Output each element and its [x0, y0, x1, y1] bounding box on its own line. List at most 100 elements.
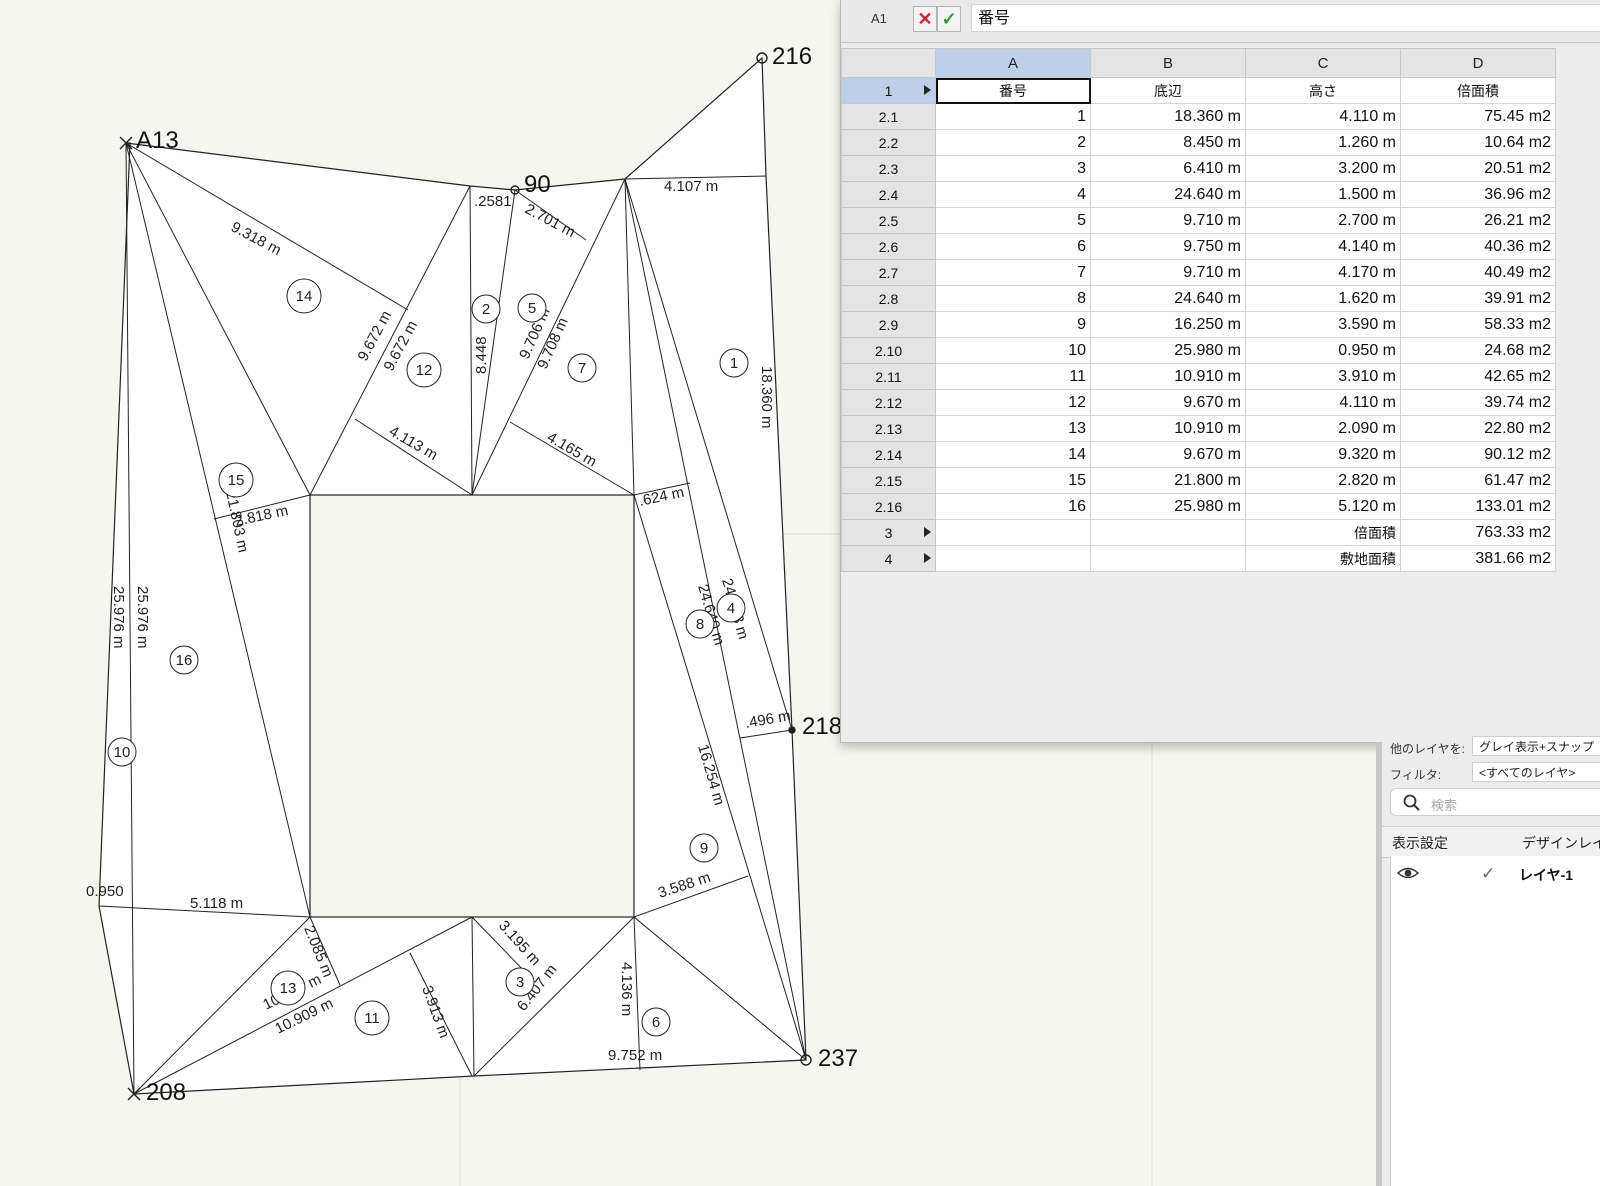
cell[interactable]: 1.260 m [1245, 129, 1401, 156]
cell[interactable]: 42.65 m2 [1400, 363, 1556, 390]
cell[interactable]: 2 [935, 129, 1091, 156]
expand-triangle-icon[interactable] [924, 85, 931, 95]
row-header[interactable]: 2.15 [841, 467, 936, 494]
cell[interactable]: 6.410 m [1090, 155, 1246, 182]
cell[interactable]: 3.200 m [1245, 155, 1401, 182]
cell[interactable]: 敷地面積 [1245, 545, 1401, 572]
cell[interactable]: 7 [935, 259, 1091, 286]
cell[interactable]: 12 [935, 389, 1091, 416]
cell[interactable]: 5.120 m [1245, 493, 1401, 520]
row-header[interactable]: 2.5 [841, 207, 936, 234]
cell[interactable]: 763.33 m2 [1400, 519, 1556, 546]
row-header[interactable]: 1 [841, 77, 936, 104]
cell[interactable]: 5 [935, 207, 1091, 234]
cell[interactable]: 8 [935, 285, 1091, 312]
other-layers-select[interactable]: グレイ表示+スナップ [1472, 736, 1600, 756]
cell[interactable]: 25.980 m [1090, 493, 1246, 520]
row-header[interactable]: 2.14 [841, 441, 936, 468]
cell[interactable]: 9.710 m [1090, 259, 1246, 286]
cell[interactable]: 10.64 m2 [1400, 129, 1556, 156]
cell[interactable]: 10.910 m [1090, 363, 1246, 390]
layer-row[interactable]: ✓ レイヤ-1 [1391, 856, 1600, 892]
layer-search-field[interactable]: 検索 [1390, 788, 1600, 816]
row-header[interactable]: 2.3 [841, 155, 936, 182]
row-header[interactable]: 3 [841, 519, 936, 546]
cell[interactable]: 2.820 m [1245, 467, 1401, 494]
tab-display-settings[interactable]: 表示設定 [1392, 833, 1448, 853]
cell[interactable]: 20.51 m2 [1400, 155, 1556, 182]
cell[interactable]: 倍面積 [1245, 519, 1401, 546]
cell[interactable]: 14 [935, 441, 1091, 468]
cell[interactable]: 1 [935, 103, 1091, 130]
row-header[interactable]: 2.4 [841, 181, 936, 208]
cell[interactable]: 10 [935, 337, 1091, 364]
row-header[interactable]: 2.10 [841, 337, 936, 364]
cell[interactable]: 0.950 m [1245, 337, 1401, 364]
cell[interactable]: 9.670 m [1090, 441, 1246, 468]
cell[interactable]: 3.910 m [1245, 363, 1401, 390]
cell[interactable]: 9.320 m [1245, 441, 1401, 468]
cell[interactable]: 8.450 m [1090, 129, 1246, 156]
cell[interactable]: 24.640 m [1090, 285, 1246, 312]
cell[interactable] [935, 545, 1091, 572]
cell[interactable]: 13 [935, 415, 1091, 442]
cell[interactable]: 381.66 m2 [1400, 545, 1556, 572]
corner-cell[interactable] [841, 48, 936, 78]
cell[interactable] [1090, 545, 1246, 572]
row-header[interactable]: 2.1 [841, 103, 936, 130]
column-header-a[interactable]: A [935, 48, 1091, 78]
cell[interactable]: 4.140 m [1245, 233, 1401, 260]
active-layer-check-icon[interactable]: ✓ [1481, 864, 1495, 884]
cell[interactable]: 22.80 m2 [1400, 415, 1556, 442]
row-header[interactable]: 2.12 [841, 389, 936, 416]
cell-a1[interactable]: 番号 [935, 77, 1091, 104]
accept-edit-button[interactable]: ✓ [937, 6, 961, 32]
cell[interactable]: 16 [935, 493, 1091, 520]
row-header[interactable]: 4 [841, 545, 936, 572]
column-header-c[interactable]: C [1245, 48, 1401, 78]
cell[interactable]: 61.47 m2 [1400, 467, 1556, 494]
cell[interactable]: 1.620 m [1245, 285, 1401, 312]
cell[interactable]: 40.36 m2 [1400, 233, 1556, 260]
cell[interactable]: 4 [935, 181, 1091, 208]
cell[interactable] [935, 519, 1091, 546]
cell[interactable]: 2.090 m [1245, 415, 1401, 442]
row-header[interactable]: 2.7 [841, 259, 936, 286]
cell[interactable]: 18.360 m [1090, 103, 1246, 130]
eye-icon[interactable] [1397, 866, 1419, 880]
worksheet-window[interactable]: A1 ✕ ✓ 番号 A B C D 1 番号 底辺 高さ 倍面積 2.1 1 1… [840, 0, 1600, 743]
cell[interactable]: 16.250 m [1090, 311, 1246, 338]
cell[interactable]: 39.91 m2 [1400, 285, 1556, 312]
cell[interactable]: 24.68 m2 [1400, 337, 1556, 364]
cell[interactable]: 3 [935, 155, 1091, 182]
cell[interactable]: 58.33 m2 [1400, 311, 1556, 338]
cell-d1[interactable]: 倍面積 [1400, 77, 1556, 104]
formula-input[interactable]: 番号 [971, 4, 1600, 32]
row-header[interactable]: 2.2 [841, 129, 936, 156]
cell[interactable] [1090, 519, 1246, 546]
cell[interactable]: 90.12 m2 [1400, 441, 1556, 468]
column-header-d[interactable]: D [1400, 48, 1556, 78]
cell[interactable]: 24.640 m [1090, 181, 1246, 208]
cell[interactable]: 40.49 m2 [1400, 259, 1556, 286]
cell[interactable]: 25.980 m [1090, 337, 1246, 364]
layers-palette[interactable]: 他のレイヤを: グレイ表示+スナップ フィルタ: <すべてのレイヤ> 検索 表示… [1376, 736, 1600, 1186]
cell[interactable]: 2.700 m [1245, 207, 1401, 234]
worksheet-grid[interactable]: A B C D 1 番号 底辺 高さ 倍面積 2.1 1 18.360 m 4.110… [841, 48, 1556, 572]
cell[interactable]: 39.74 m2 [1400, 389, 1556, 416]
row-header[interactable]: 2.11 [841, 363, 936, 390]
cell[interactable]: 133.01 m2 [1400, 493, 1556, 520]
row-header[interactable]: 2.8 [841, 285, 936, 312]
cell[interactable]: 9.670 m [1090, 389, 1246, 416]
cell[interactable]: 9.750 m [1090, 233, 1246, 260]
row-header[interactable]: 2.6 [841, 233, 936, 260]
filter-select[interactable]: <すべてのレイヤ> [1472, 762, 1600, 782]
cell-c1[interactable]: 高さ [1245, 77, 1401, 104]
cell[interactable]: 4.110 m [1245, 389, 1401, 416]
cell[interactable]: 10.910 m [1090, 415, 1246, 442]
layer-name[interactable]: レイヤ-1 [1519, 865, 1573, 885]
expand-triangle-icon[interactable] [924, 553, 931, 563]
cell-b1[interactable]: 底辺 [1090, 77, 1246, 104]
row-header[interactable]: 2.9 [841, 311, 936, 338]
cell[interactable]: 4.110 m [1245, 103, 1401, 130]
